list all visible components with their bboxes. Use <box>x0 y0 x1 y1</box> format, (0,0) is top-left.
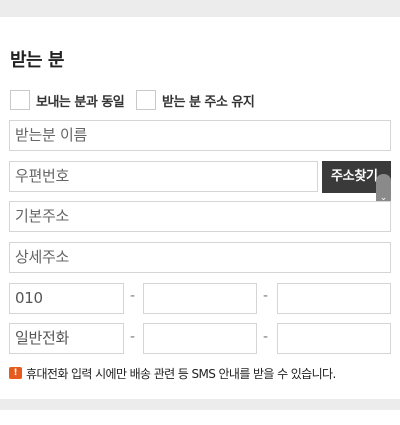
keep-address-checkbox[interactable] <box>136 90 156 110</box>
basic-address-input[interactable]: 기본주소 <box>9 201 391 232</box>
postal-code-input[interactable]: 우편번호 <box>9 161 318 192</box>
sms-notice: ! 휴대전화 입력 시에만 배송 관련 등 SMS 안내를 받을 수 있습니다. <box>9 364 336 382</box>
phone-separator-1: - <box>130 329 136 345</box>
same-as-sender-option[interactable]: 보내는 분과 동일 <box>10 90 125 110</box>
alert-icon: ! <box>9 367 22 379</box>
keep-address-option[interactable]: 받는 분 주소 유지 <box>136 90 255 110</box>
same-as-sender-checkbox[interactable] <box>10 90 30 110</box>
top-divider-band <box>0 0 400 17</box>
mobile-separator-1: - <box>130 288 136 304</box>
mobile-last-input[interactable] <box>277 283 391 314</box>
phone-separator-2: - <box>263 329 269 345</box>
sms-notice-text: 휴대전화 입력 시에만 배송 관련 등 SMS 안내를 받을 수 있습니다. <box>26 366 336 381</box>
mobile-prefix-select[interactable]: 010 <box>9 283 124 314</box>
bottom-divider-band <box>0 399 400 410</box>
mobile-separator-2: - <box>263 288 269 304</box>
same-as-sender-label: 보내는 분과 동일 <box>36 94 125 110</box>
section-title: 받는 분 <box>10 50 64 71</box>
phone-middle-input[interactable] <box>143 323 257 354</box>
mobile-middle-input[interactable] <box>143 283 257 314</box>
keep-address-label: 받는 분 주소 유지 <box>162 94 255 110</box>
detail-address-input[interactable]: 상세주소 <box>9 242 391 273</box>
phone-last-input[interactable] <box>277 323 391 354</box>
recipient-name-input[interactable]: 받는분 이름 <box>9 120 391 151</box>
phone-prefix-select[interactable]: 일반전화 <box>9 323 124 354</box>
